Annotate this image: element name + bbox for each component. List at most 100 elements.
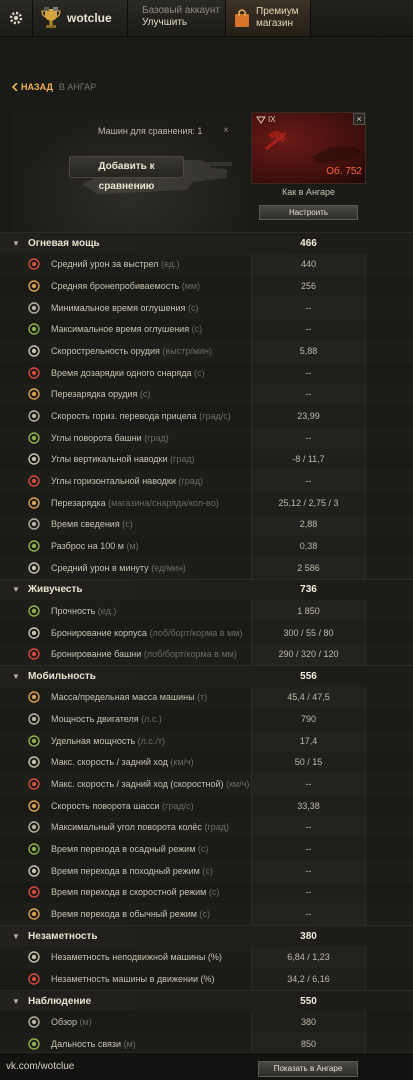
stat-unit: (выстр/мин) — [162, 346, 212, 357]
stat-label-text: Обзор — [51, 1017, 77, 1028]
stat-unit: (град) — [170, 454, 195, 465]
upgrade-link[interactable]: Улучшить — [142, 17, 225, 29]
chassis-rotation-icon — [27, 799, 41, 813]
stat-row: Время перехода в скоростной режим (с) -- — [0, 882, 413, 904]
account-status[interactable]: Базовый аккаунт Улучшить — [128, 0, 226, 36]
stat-label-text: Дальность связи — [51, 1038, 122, 1049]
penetration-icon — [27, 279, 41, 293]
stat-label-text: Масса/предельная масса машины — [51, 692, 195, 703]
shopping-bag-icon — [235, 9, 249, 27]
show-in-hangar-button[interactable]: Показать в Ангаре — [258, 1061, 358, 1077]
stat-label: Время перехода в скоростной режим (с) — [51, 887, 219, 897]
compare-close-icon[interactable]: × — [223, 125, 229, 136]
stat-label-text: Время перехода в скоростной режим — [51, 887, 207, 898]
section-header[interactable]: ▼ Мобильность 556 — [0, 665, 413, 687]
stat-unit: (т) — [197, 692, 208, 703]
stat-label-text: Максимальный угол поворота колёс — [51, 822, 202, 833]
stat-unit: (с) — [194, 367, 205, 378]
dispersion-icon — [27, 539, 41, 553]
speed-fast-icon — [27, 777, 41, 791]
settings-button[interactable] — [0, 0, 33, 36]
section-total: 550 — [300, 995, 317, 1007]
collapse-arrow-icon[interactable]: ▼ — [12, 997, 20, 1006]
normal-mode-icon — [27, 907, 41, 921]
stat-label: Незаметность неподвижной машины (%) — [51, 952, 222, 962]
tank-image: IX Об. 752 — [251, 112, 366, 184]
compare-count-label: Машин для сравнения: 1 — [98, 126, 203, 136]
shell-reload-icon — [27, 366, 41, 380]
stat-row: Углы горизонтальной наводки (град) -- — [0, 470, 413, 492]
stat-label: Время перехода в походный режим (с) — [51, 866, 213, 876]
stat-unit: (км/ч) — [226, 779, 250, 790]
stat-label: Обзор (м) — [51, 1017, 92, 1027]
stat-row: Минимальное время оглушения (с) -- — [0, 297, 413, 319]
stat-label: Время перехода в обычный режим (с) — [51, 909, 210, 919]
stat-label: Скорострельность орудия (выстр/мин) — [51, 346, 212, 356]
stat-unit: (ед.) — [97, 605, 117, 616]
stats-table: ▼ Огневая мощь 466 Средний урон за выстрел … — [0, 232, 413, 1055]
stat-unit: (км/ч) — [170, 757, 194, 768]
back-label: НАЗАД — [21, 82, 53, 92]
stat-row: Прочность (ед.) 1 850 — [0, 600, 413, 622]
stat-row: Максимальное время оглушения (с) -- — [0, 319, 413, 341]
back-target: В АНГАР — [58, 82, 97, 92]
remove-tank-close-icon[interactable]: × — [353, 113, 365, 125]
section-header[interactable]: ▼ Наблюдение 550 — [0, 989, 413, 1012]
stat-label: Макс. скорость / задний ход (скоростной)… — [51, 779, 249, 789]
stat-row: Время перехода в осадный режим (с) -- — [0, 838, 413, 860]
stat-row: Разброс на 100 м (м) 0,38 — [0, 535, 413, 557]
stat-label-text: Средний урон в минуту — [51, 562, 149, 573]
stat-value: 300 / 55 / 80 — [283, 627, 334, 638]
stat-unit: (град) — [178, 476, 203, 487]
chevron-left-icon — [12, 83, 18, 91]
stat-row: Средняя бронепробиваемость (мм) 256 — [0, 275, 413, 297]
back-button[interactable]: НАЗАД — [12, 82, 53, 92]
section-title: Мобильность — [28, 670, 96, 682]
topbar-filler — [311, 0, 413, 36]
stat-row: Время сведения (с) 2,88 — [0, 514, 413, 536]
trophy-icon — [41, 7, 61, 28]
premium-shop-button[interactable]: Премиум магазин — [226, 0, 311, 36]
stat-label: Углы поворота башни (град) — [51, 433, 169, 443]
stat-label-text: Макс. скорость / задний ход (скоростной) — [51, 779, 224, 790]
stat-value: 5,88 — [299, 346, 318, 357]
add-to-compare-button[interactable]: Добавить к сравнению — [69, 156, 184, 192]
top-bar: wotclue Базовый аккаунт Улучшить Премиум… — [0, 0, 413, 37]
collapse-arrow-icon[interactable]: ▼ — [12, 239, 20, 248]
stat-label: Скорость гориз. перевода прицела (град/с… — [51, 411, 231, 421]
stat-value: -- — [305, 822, 312, 833]
stat-value: 0,38 — [299, 541, 318, 552]
section-header[interactable]: ▼ Незаметность 380 — [0, 924, 413, 947]
tank-name: Об. 752 — [326, 166, 362, 177]
stat-value: 25,12 / 2,75 / 3 — [278, 497, 339, 508]
stat-row: Максимальный угол поворота колёс (град) -… — [0, 817, 413, 839]
section-header[interactable]: ▼ Живучесть 736 — [0, 578, 413, 601]
collapse-arrow-icon[interactable]: ▼ — [12, 585, 20, 594]
stat-label: Максимальный угол поворота колёс (град) — [51, 822, 229, 832]
configure-button[interactable]: Настроить — [259, 205, 358, 220]
stat-value: 380 — [300, 1017, 317, 1028]
stat-row: Время перехода в обычный режим (с) -- — [0, 903, 413, 925]
user-profile[interactable]: wotclue — [33, 0, 128, 36]
stat-unit: (с) — [191, 324, 203, 335]
stat-unit: (с) — [199, 909, 210, 920]
collapse-arrow-icon[interactable]: ▼ — [12, 932, 20, 941]
stat-label: Незаметность машины в движении (%) — [51, 974, 215, 984]
stat-row: Средний урон в минуту (ед/мин) 2 586 — [0, 557, 413, 579]
speed-icon — [27, 755, 41, 769]
travel-mode-icon — [27, 864, 41, 878]
stat-value: 256 — [300, 281, 317, 291]
stat-label-text: Время дозарядки одного снаряда — [51, 367, 192, 378]
collapse-arrow-icon[interactable]: ▼ — [12, 672, 20, 681]
stat-row: Обзор (м) 380 — [0, 1011, 413, 1033]
stat-label: Средний урон в минуту (ед/мин) — [51, 563, 186, 573]
stat-label-text: Время сведения — [51, 519, 120, 530]
stat-value: 23,99 — [297, 411, 320, 422]
stun-max-icon — [27, 322, 41, 336]
stat-label: Максимальное время оглушения (с) — [51, 324, 202, 334]
stat-unit: (ед/мин) — [151, 562, 186, 573]
wheel-angle-icon — [27, 820, 41, 834]
camo-moving-icon — [27, 972, 41, 986]
section-header[interactable]: ▼ Огневая мощь 466 — [0, 232, 413, 254]
stat-row: Незаметность неподвижной машины (%) 6,84 … — [0, 946, 413, 968]
